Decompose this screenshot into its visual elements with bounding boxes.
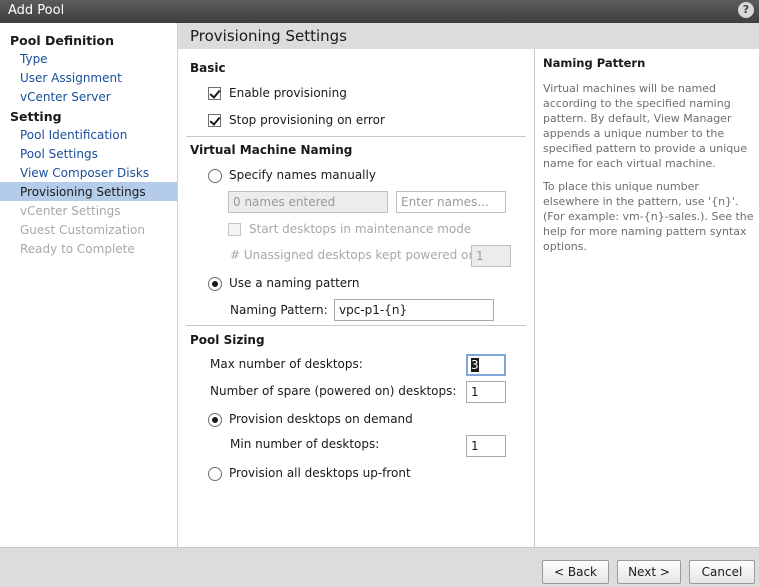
unassigned-desktops-label: # Unassigned desktops kept powered on:: [230, 248, 481, 262]
back-button[interactable]: < Back: [542, 560, 609, 584]
provision-up-front-radio[interactable]: [208, 467, 222, 481]
help-panel-heading: Naming Pattern: [543, 56, 646, 70]
spare-desktops-input[interactable]: 1: [466, 381, 506, 403]
nav-item-pool-settings[interactable]: Pool Settings: [20, 147, 98, 161]
page-header: Provisioning Settings: [178, 23, 759, 49]
window-titlebar: Add Pool ?: [0, 0, 759, 23]
min-desktops-label: Min number of desktops:: [230, 437, 380, 451]
page-title: Provisioning Settings: [190, 27, 347, 45]
max-desktops-label: Max number of desktops:: [210, 357, 363, 371]
naming-pattern-input[interactable]: vpc-p1-{n}: [334, 299, 494, 321]
divider: [186, 136, 526, 137]
nav-section-pool-definition: Pool Definition: [10, 33, 115, 48]
window-title: Add Pool: [8, 3, 65, 18]
names-entered-field: 0 names entered: [228, 191, 388, 213]
nav-item-view-composer-disks[interactable]: View Composer Disks: [20, 166, 149, 180]
naming-pattern-field-label: Naming Pattern:: [230, 303, 328, 317]
max-desktops-value: 3: [471, 358, 479, 372]
maintenance-mode-label: Start desktops in maintenance mode: [249, 222, 472, 236]
min-desktops-input[interactable]: 1: [466, 435, 506, 457]
next-button[interactable]: Next >: [617, 560, 681, 584]
nav-section-setting: Setting: [10, 109, 62, 124]
help-panel: Naming Pattern Virtual machines will be …: [534, 49, 759, 547]
enable-provisioning-label: Enable provisioning: [229, 86, 347, 100]
use-naming-pattern-radio[interactable]: [208, 277, 222, 291]
specify-names-manually-label: Specify names manually: [229, 168, 376, 182]
spare-desktops-label: Number of spare (powered on) desktops:: [210, 384, 457, 398]
wizard-nav: Pool Definition Type User Assignment vCe…: [0, 23, 177, 547]
stop-on-error-checkbox[interactable]: [208, 114, 221, 127]
nav-item-type[interactable]: Type: [20, 52, 48, 66]
section-naming-heading: Virtual Machine Naming: [190, 143, 353, 157]
maintenance-mode-checkbox: [228, 223, 241, 236]
nav-item-vcenter-settings: vCenter Settings: [20, 204, 121, 218]
nav-item-vcenter-server[interactable]: vCenter Server: [20, 90, 111, 104]
nav-item-user-assignment[interactable]: User Assignment: [20, 71, 122, 85]
unassigned-desktops-field: 1: [471, 245, 511, 267]
provision-up-front-label: Provision all desktops up-front: [229, 466, 411, 480]
help-icon[interactable]: ?: [738, 2, 754, 18]
provisioning-form: Basic Enable provisioning Stop provision…: [178, 49, 534, 547]
help-panel-paragraph: Virtual machines will be named according…: [543, 82, 747, 170]
specify-names-manually-radio[interactable]: [208, 169, 222, 183]
max-desktops-input[interactable]: 3: [466, 354, 506, 376]
stop-on-error-label: Stop provisioning on error: [229, 113, 385, 127]
use-naming-pattern-label: Use a naming pattern: [229, 276, 360, 290]
section-pool-sizing-heading: Pool Sizing: [190, 333, 265, 347]
divider: [186, 325, 526, 326]
provision-on-demand-radio[interactable]: [208, 413, 222, 427]
wizard-footer: < Back Next > Cancel: [0, 547, 759, 587]
nav-item-pool-identification[interactable]: Pool Identification: [20, 128, 127, 142]
enter-names-button[interactable]: Enter names...: [396, 191, 506, 213]
enable-provisioning-checkbox[interactable]: [208, 87, 221, 100]
section-basic-heading: Basic: [190, 61, 226, 75]
help-panel-paragraph: To place this unique number elsewhere in…: [543, 180, 754, 253]
nav-item-ready-to-complete: Ready to Complete: [20, 242, 135, 256]
cancel-button[interactable]: Cancel: [689, 560, 755, 584]
nav-item-guest-customization: Guest Customization: [20, 223, 146, 237]
provision-on-demand-label: Provision desktops on demand: [229, 412, 413, 426]
nav-item-provisioning-settings[interactable]: Provisioning Settings: [20, 185, 146, 199]
